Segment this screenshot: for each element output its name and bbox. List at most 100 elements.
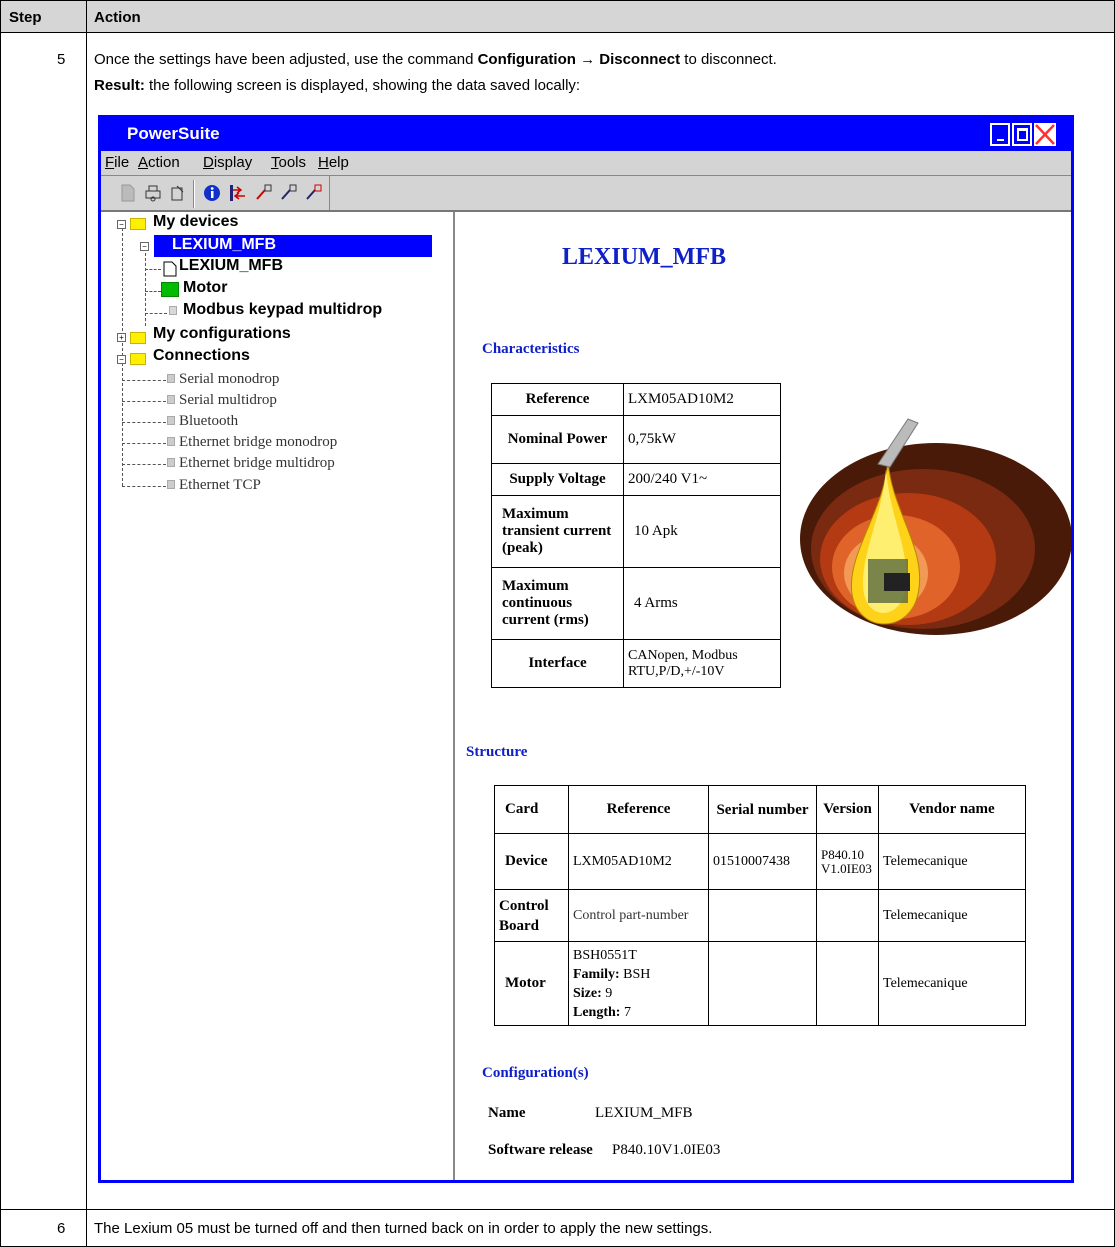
print-icon[interactable] [144,184,162,202]
arrow-icon: → [575,51,600,68]
tree-device-selected[interactable]: LEXIUM_MFB [154,235,432,257]
tree-line [122,464,166,465]
motor-icon [161,282,179,297]
step-header-cell: Step [0,0,87,33]
name-value: LEXIUM_MFB [595,1105,693,1121]
table-cell: Control Board [494,889,569,942]
title-bar: PowerSuite [101,118,1071,151]
tree-motor[interactable]: Motor [183,279,227,297]
tree-connection-item[interactable]: Bluetooth [179,413,238,430]
structure-table: Card Reference Serial number Version Ven… [494,785,1026,1026]
result-line: Result: the following screen is displaye… [94,77,580,94]
modbus-connection-icon [169,306,177,315]
table-cell: LXM05AD10M2 [623,383,781,416]
tree-line [145,313,167,314]
configuration-heading: Configuration(s) [482,1065,589,1081]
motor-details-cell: BSH0551T Family: BSH Size: 9 Length: 7 [568,941,709,1026]
product-image [800,418,1071,635]
column-header: Card [494,785,569,834]
properties-icon[interactable] [169,184,187,202]
characteristics-table: Reference LXM05AD10M2 Nominal Power 0,75… [491,383,781,688]
ethernet-connection-icon [167,458,175,467]
table-row: Card Reference Serial number Version Ven… [494,785,1026,834]
table-cell [708,889,817,942]
tree-connection-item[interactable]: Ethernet bridge monodrop [179,434,337,451]
device-tree: − My devices − LEXIUM_MFB LEXIUM_MFB Mot… [101,212,455,1180]
table-cell: 200/240 V1~ [623,463,781,496]
menu-display[interactable]: Display [203,154,252,171]
command-configuration: Configuration [477,51,576,68]
page-title: LEXIUM_MFB [562,244,726,270]
table-cell [816,889,879,942]
collapse-icon[interactable]: − [117,220,126,229]
folder-icon [130,332,146,344]
folder-open-icon [130,218,146,230]
table-row: Motor BSH0551T Family: BSH Size: 9 Lengt… [494,941,1026,1026]
menu-tools[interactable]: Tools [271,154,306,171]
new-document-icon[interactable] [119,184,137,202]
tree-modbus[interactable]: Modbus keypad multidrop [183,301,382,319]
table-row: Interface CANopen, Modbus RTU,P/D,+/-10V [491,639,781,688]
tree-connection-item[interactable]: Serial monodrop [179,371,279,388]
upload-icon[interactable] [279,184,297,202]
column-header: Vendor name [878,785,1026,834]
minimize-button[interactable] [990,123,1010,146]
software-release-label: Software release [488,1142,593,1158]
step-6-text: The Lexium 05 must be turned off and the… [94,1220,713,1237]
tree-connection-item[interactable]: Ethernet bridge multidrop [179,455,335,472]
table-cell: Maximum transient current (peak) [491,495,624,568]
collapse-icon[interactable]: − [117,355,126,364]
name-label: Name [488,1105,526,1121]
tree-line [145,291,161,292]
tree-connections[interactable]: Connections [153,347,250,365]
table-cell: P840.10 V1.0IE03 [816,833,879,890]
collapse-icon[interactable]: − [140,242,149,251]
close-button[interactable] [1034,123,1056,146]
table-cell: 10 Apk [623,495,781,568]
action-6-cell: The Lexium 05 must be turned off and the… [86,1209,1115,1247]
maximize-button[interactable] [1012,123,1032,146]
action-header-cell: Action [86,0,1115,33]
table-cell: Telemecanique [878,889,1026,942]
tree-my-devices[interactable]: My devices [153,213,238,231]
menu-action[interactable]: Action [138,154,180,171]
info-icon[interactable] [203,184,221,202]
instruction-text-end: to disconnect. [680,51,777,68]
table-cell: Interface [491,639,624,688]
bluetooth-connection-icon [167,416,175,425]
menu-help[interactable]: Help [318,154,349,171]
step-5-cell: 5 [0,32,87,1210]
download-icon[interactable] [304,184,322,202]
instruction-line: Once the settings have been adjusted, us… [94,51,777,68]
tree-device-label: LEXIUM_MFB [172,236,276,253]
motor-reference: BSH0551T [573,947,637,963]
command-disconnect: Disconnect [599,51,681,68]
minimize-icon [997,139,1004,141]
table-row: Maximum transient current (peak) 10 Apk [491,495,781,568]
table-cell: LXM05AD10M2 [568,833,709,890]
software-release-value: P840.10V1.0IE03 [612,1142,721,1158]
folder-open-icon [130,353,146,365]
structure-heading: Structure [466,744,528,760]
table-cell: Reference [491,383,624,416]
tree-connection-item[interactable]: Ethernet TCP [179,477,261,494]
instruction-text: Once the settings have been adjusted, us… [94,51,478,68]
table-row: Nominal Power 0,75kW [491,415,781,464]
menu-file[interactable]: File [105,154,129,171]
tree-line [122,443,166,444]
step-6-cell: 6 [0,1209,87,1247]
tree-my-configurations[interactable]: My configurations [153,325,291,343]
tree-document-item[interactable]: LEXIUM_MFB [179,257,283,275]
tree-line [145,248,146,326]
table-cell: CANopen, Modbus RTU,P/D,+/-10V [623,639,781,688]
expand-icon[interactable]: + [117,333,126,342]
disconnect-icon[interactable] [254,184,272,202]
transfer-icon[interactable] [229,184,247,202]
step-header: Step [9,9,42,26]
table-row: Maximum continuous current (rms) 4 Arms [491,567,781,640]
close-icon [1035,124,1055,145]
tree-connection-item[interactable]: Serial multidrop [179,392,277,409]
column-header: Reference [568,785,709,834]
toolbar-separator [193,180,195,208]
content-pane: LEXIUM_MFB Characteristics Reference LXM… [457,212,1071,1180]
